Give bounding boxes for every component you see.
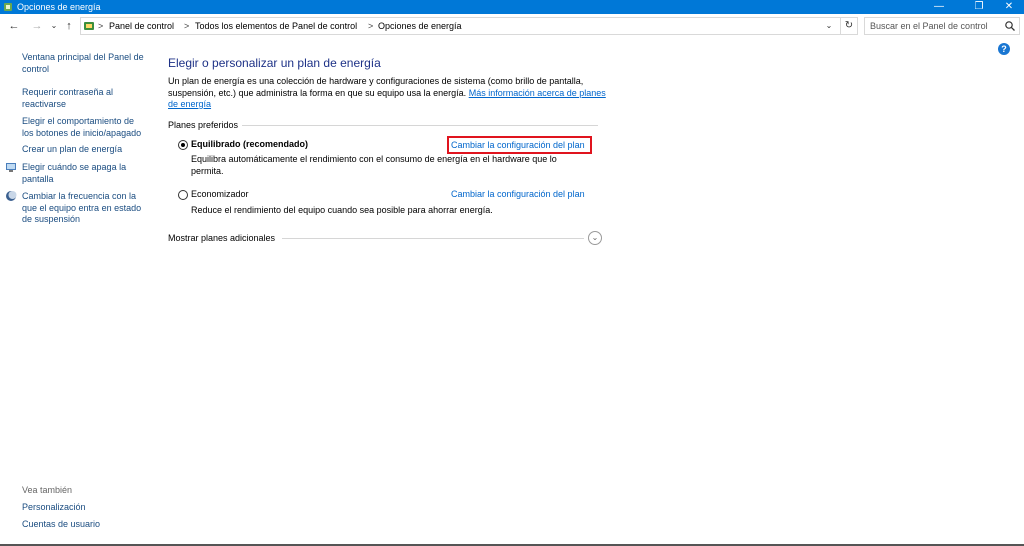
intro-paragraph: Un plan de energía es una colección de h…	[168, 76, 608, 111]
monitor-clock-icon	[6, 163, 16, 172]
sidebar-item-control-panel-home[interactable]: Ventana principal del Panel de control	[22, 52, 147, 75]
sidebar-item-sleep[interactable]: Cambiar la frecuencia con la que el equi…	[22, 191, 147, 226]
sidebar-item-power-buttons[interactable]: Elegir el comportamiento de los botones …	[22, 116, 147, 139]
address-dropdown-icon[interactable]: ⌄	[823, 20, 835, 32]
back-button[interactable]: ←	[6, 19, 22, 33]
refresh-button[interactable]: ↻	[840, 17, 858, 35]
see-also-personalization[interactable]: Personalización	[22, 502, 86, 512]
minimize-button[interactable]: —	[924, 0, 954, 14]
see-also-user-accounts[interactable]: Cuentas de usuario	[22, 519, 100, 529]
plan-name-power-saver[interactable]: Economizador	[191, 189, 249, 200]
see-also-heading: Vea también	[22, 485, 73, 495]
window-title: Opciones de energía	[17, 2, 101, 12]
plan-radio-balanced[interactable]	[178, 140, 188, 150]
breadcrumb-power-options[interactable]: Opciones de energía	[378, 21, 462, 32]
sidebar-item-create-plan[interactable]: Crear un plan de energía	[22, 144, 147, 156]
power-options-icon	[4, 3, 12, 11]
divider	[282, 238, 584, 239]
change-plan-settings-power-saver[interactable]: Cambiar la configuración del plan	[451, 189, 585, 199]
up-button[interactable]: ↑	[61, 19, 77, 33]
preferred-plans-label: Planes preferidos	[168, 120, 239, 130]
forward-button[interactable]: →	[29, 19, 45, 33]
search-box[interactable]	[864, 17, 1020, 35]
breadcrumb-all-items[interactable]: Todos los elementos de Panel de control	[195, 21, 357, 32]
radio-selected-dot	[181, 143, 185, 147]
breadcrumb-control-panel[interactable]: Panel de control	[109, 21, 174, 32]
restore-button[interactable]: ❐	[964, 0, 994, 14]
sidebar-item-display-off[interactable]: Elegir cuándo se apaga la pantalla	[22, 162, 147, 185]
title-bar: Opciones de energía — ❐ ✕	[0, 0, 1024, 14]
plan-name-balanced[interactable]: Equilibrado (recomendado)	[191, 139, 308, 150]
help-button[interactable]: ?	[998, 43, 1010, 55]
plan-description-balanced: Equilibra automáticamente el rendimiento…	[191, 154, 557, 176]
search-input[interactable]	[865, 18, 995, 34]
close-button[interactable]: ✕	[994, 0, 1024, 14]
plan-description-power-saver: Reduce el rendimiento del equipo cuando …	[191, 205, 493, 215]
expand-chevron-icon[interactable]: ⌄	[588, 231, 602, 245]
breadcrumb-separator: >	[368, 21, 374, 31]
highlight-box	[447, 136, 592, 154]
divider	[242, 125, 598, 126]
show-additional-plans-label[interactable]: Mostrar planes adicionales	[168, 233, 275, 243]
sidebar-item-require-password[interactable]: Requerir contraseña al reactivarse	[22, 87, 147, 110]
breadcrumb-separator: >	[98, 21, 104, 31]
page-title: Elegir o personalizar un plan de energía	[168, 56, 381, 70]
breadcrumb-separator: >	[184, 21, 190, 31]
control-panel-icon	[84, 22, 94, 30]
moon-icon	[6, 191, 17, 201]
plan-radio-power-saver[interactable]	[178, 190, 188, 200]
search-icon[interactable]	[1004, 20, 1016, 32]
address-bar[interactable]: > Panel de control > Todos los elementos…	[80, 17, 858, 35]
recent-locations-button[interactable]: ⌄	[46, 19, 62, 33]
